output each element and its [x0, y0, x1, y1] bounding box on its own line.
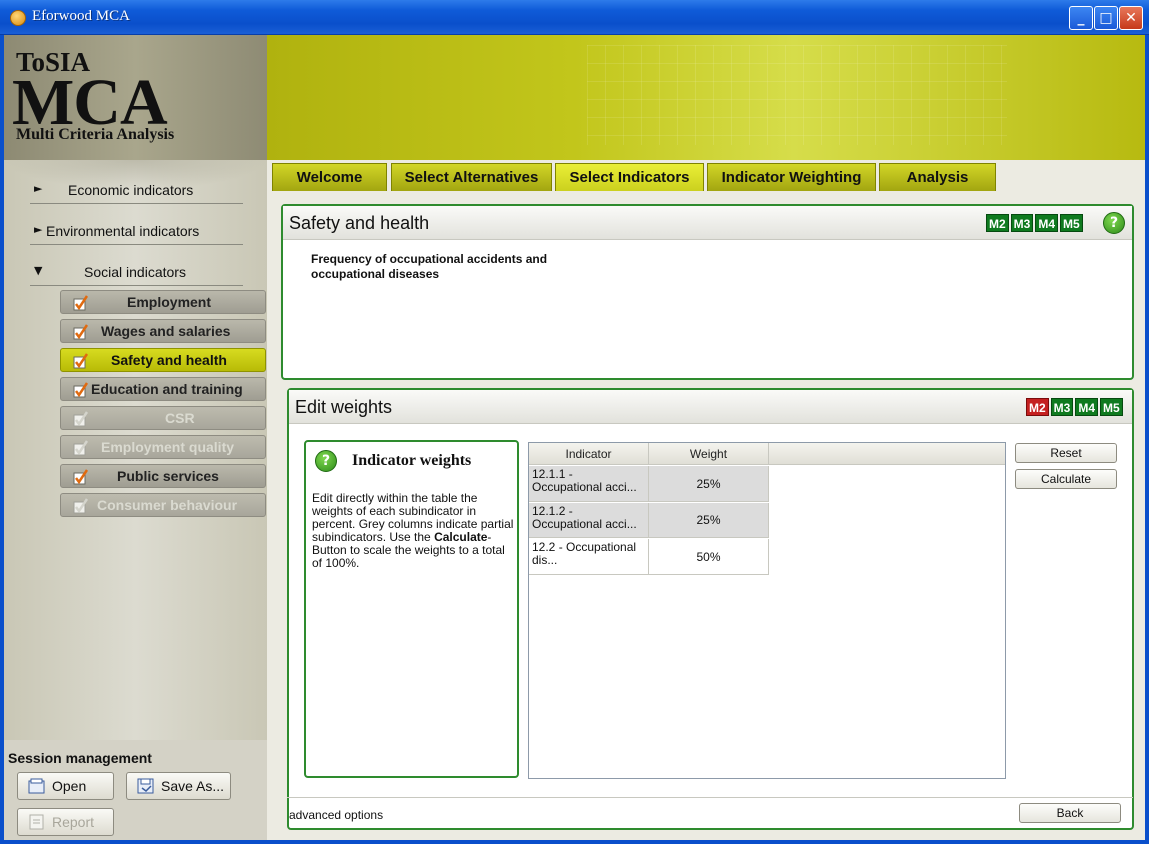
session-title: Session management	[8, 750, 152, 766]
table-row[interactable]: 12.2 - Occupational dis... 50%	[529, 539, 769, 575]
sidebar-item-education[interactable]: Education and training	[60, 377, 266, 401]
checkbox-checked-icon[interactable]	[73, 469, 89, 485]
checkbox-checked-icon[interactable]	[73, 324, 89, 340]
group-label: Environmental indicators	[46, 223, 200, 239]
checkbox-disabled-icon[interactable]	[73, 411, 89, 427]
divider	[287, 797, 1133, 798]
tab-select-alternatives[interactable]: Select Alternatives	[391, 163, 552, 191]
sidebar-item-label: Employment	[127, 294, 212, 310]
sidebar-item-label: Safety and health	[111, 352, 227, 368]
indicator-weights-title: Indicator weights	[352, 452, 472, 469]
indicator-title: Safety and health	[289, 213, 430, 233]
sidebar-item-public-services[interactable]: Public services	[60, 464, 266, 488]
group-label: Social indicators	[84, 264, 186, 280]
report-icon	[29, 814, 44, 830]
model-badges: M2 M3 M4 M5	[986, 214, 1083, 232]
cell-weight[interactable]: 50%	[649, 539, 769, 574]
checkbox-disabled-icon[interactable]	[73, 440, 89, 456]
sidebar-item-wages[interactable]: Wages and salaries	[60, 319, 266, 343]
close-button[interactable]: ✕	[1119, 6, 1143, 30]
model-badges: M2 M3 M4 M5	[1026, 398, 1123, 416]
sidebar-item-csr[interactable]: CSR	[60, 406, 266, 430]
table-row[interactable]: 12.1.1 - Occupational acci... 25%	[529, 466, 769, 502]
report-button[interactable]: Report	[17, 808, 114, 836]
indicator-panel: Safety and health M2 M3 M4 M5 ? Frequenc…	[281, 204, 1134, 380]
indicator-description: Frequency of occupational accidents and …	[311, 252, 548, 281]
sidebar-item-employment[interactable]: Employment	[60, 290, 266, 314]
weights-title: Edit weights	[295, 397, 393, 417]
cell-weight[interactable]: 25%	[649, 466, 769, 501]
open-button[interactable]: Open	[17, 772, 114, 800]
cell-weight[interactable]: 25%	[649, 503, 769, 537]
sidebar-item-label: Public services	[117, 468, 219, 484]
group-environmental-indicators[interactable]: ► Environmental indicators	[30, 221, 243, 245]
expanded-arrow-icon: ▼	[34, 264, 43, 277]
sidebar-item-label: CSR	[165, 410, 195, 426]
window-titlebar: Eforwood MCA _ □ ✕	[0, 0, 1149, 35]
checkbox-checked-icon[interactable]	[73, 353, 89, 369]
tab-select-indicators[interactable]: Select Indicators	[555, 163, 704, 191]
tab-analysis[interactable]: Analysis	[879, 163, 996, 191]
column-header-weight[interactable]: Weight	[649, 443, 769, 465]
weights-panel-header: Edit weights M2 M3 M4 M5	[289, 390, 1132, 424]
logo-subtitle: Multi Criteria Analysis	[16, 126, 175, 143]
sidebar-item-label: Consumer behaviour	[97, 497, 238, 513]
app-icon	[10, 10, 26, 26]
badge-m5[interactable]: M5	[1060, 214, 1083, 232]
collapsed-arrow-icon: ►	[34, 223, 43, 236]
indicator-weights-box: ? Indicator weights Edit directly within…	[304, 440, 519, 778]
logo-panel: ToSIA MCA Multi Criteria Analysis	[4, 35, 267, 160]
badge-m3[interactable]: M3	[1050, 398, 1074, 416]
indicator-panel-header: Safety and health M2 M3 M4 M5 ?	[283, 206, 1132, 240]
minimize-button[interactable]: _	[1069, 6, 1093, 30]
calculate-button[interactable]: Calculate	[1015, 469, 1117, 489]
group-social-indicators[interactable]: ▼ Social indicators	[30, 262, 243, 286]
sidebar-item-label: Wages and salaries	[101, 323, 231, 339]
save-icon	[137, 778, 154, 794]
sidebar-item-label: Education and training	[91, 381, 243, 397]
weights-table: Indicator Weight 12.1.1 - Occupational a…	[528, 442, 1006, 779]
collapsed-arrow-icon: ►	[34, 182, 43, 195]
sidebar-item-label: Employment quality	[101, 439, 235, 455]
checkbox-disabled-icon[interactable]	[73, 498, 89, 514]
indicator-weights-help-text: Edit directly within the table the weigh…	[312, 491, 514, 570]
cell-indicator: 12.1.1 - Occupational acci...	[529, 466, 649, 501]
badge-m4[interactable]: M4	[1035, 214, 1059, 232]
help-icon[interactable]: ?	[315, 450, 337, 472]
back-button[interactable]: Back	[1019, 803, 1121, 823]
badge-m3[interactable]: M3	[1010, 214, 1034, 232]
group-label: Economic indicators	[68, 182, 194, 198]
badge-m2[interactable]: M2	[1026, 398, 1049, 416]
tab-welcome[interactable]: Welcome	[272, 163, 387, 191]
sidebar-item-consumer-behaviour[interactable]: Consumer behaviour	[60, 493, 266, 517]
reset-button[interactable]: Reset	[1015, 443, 1117, 463]
header-banner	[267, 35, 1145, 160]
cell-indicator: 12.2 - Occupational dis...	[529, 539, 649, 574]
column-header-indicator[interactable]: Indicator	[529, 443, 649, 465]
sidebar-item-safety[interactable]: Safety and health	[60, 348, 266, 372]
advanced-options-link[interactable]: advanced options	[289, 808, 383, 822]
badge-m2[interactable]: M2	[986, 214, 1009, 232]
sidebar-item-employment-quality[interactable]: Employment quality	[60, 435, 266, 459]
badge-m5[interactable]: M5	[1100, 398, 1123, 416]
tab-indicator-weighting[interactable]: Indicator Weighting	[707, 163, 876, 191]
badge-m4[interactable]: M4	[1075, 398, 1099, 416]
save-as-button[interactable]: Save As...	[126, 772, 231, 800]
table-row[interactable]: 12.1.2 - Occupational acci... 25%	[529, 503, 769, 538]
maximize-button[interactable]: □	[1094, 6, 1118, 30]
column-header-empty	[769, 443, 1005, 465]
help-icon[interactable]: ?	[1103, 212, 1125, 234]
checkbox-checked-icon[interactable]	[73, 295, 89, 311]
cell-indicator: 12.1.2 - Occupational acci...	[529, 503, 649, 537]
checkbox-checked-icon[interactable]	[73, 382, 89, 398]
open-folder-icon	[28, 778, 45, 794]
window-title: Eforwood MCA	[32, 8, 130, 24]
group-economic-indicators[interactable]: ► Economic indicators	[30, 180, 243, 204]
